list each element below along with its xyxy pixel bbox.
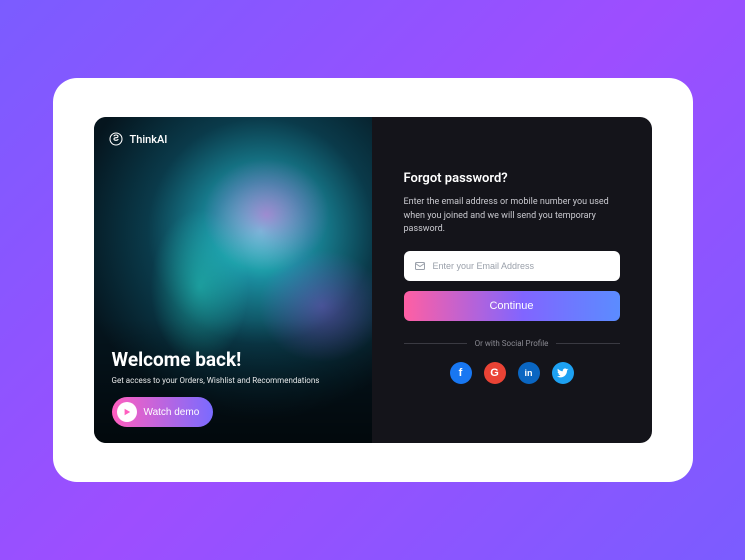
divider-line-right	[556, 343, 619, 344]
form-title: Forgot password?	[404, 171, 620, 186]
facebook-button[interactable]: f	[450, 362, 472, 384]
brand-name: ThinkAI	[130, 133, 168, 146]
brain-icon	[108, 131, 124, 147]
welcome-subtitle: Get access to your Orders, Wishlist and …	[112, 376, 354, 385]
social-buttons: f G in	[404, 362, 620, 384]
facebook-icon: f	[459, 367, 463, 379]
hero-panel: ThinkAI Welcome back! Get access to your…	[94, 117, 372, 443]
form-panel: Forgot password? Enter the email address…	[372, 117, 652, 443]
welcome-title: Welcome back!	[112, 348, 354, 371]
brand-logo: ThinkAI	[108, 131, 168, 147]
hero-copy: Welcome back! Get access to your Orders,…	[112, 348, 354, 427]
page-frame: ThinkAI Welcome back! Get access to your…	[53, 78, 693, 482]
watch-demo-label: Watch demo	[144, 407, 200, 418]
form-description: Enter the email address or mobile number…	[404, 196, 620, 237]
google-button[interactable]: G	[484, 362, 506, 384]
mail-icon	[414, 260, 426, 272]
linkedin-button[interactable]: in	[518, 362, 540, 384]
auth-card: ThinkAI Welcome back! Get access to your…	[94, 117, 652, 443]
google-icon: G	[490, 367, 499, 379]
twitter-icon	[557, 367, 569, 379]
linkedin-icon: in	[525, 368, 533, 378]
twitter-button[interactable]	[552, 362, 574, 384]
watch-demo-button[interactable]: Watch demo	[112, 397, 214, 427]
divider-line-left	[404, 343, 467, 344]
continue-button[interactable]: Continue	[404, 291, 620, 321]
play-icon	[117, 402, 137, 422]
social-divider: Or with Social Profile	[404, 339, 620, 348]
email-field-wrapper	[404, 251, 620, 281]
email-input[interactable]	[433, 261, 610, 271]
divider-label: Or with Social Profile	[475, 339, 549, 348]
